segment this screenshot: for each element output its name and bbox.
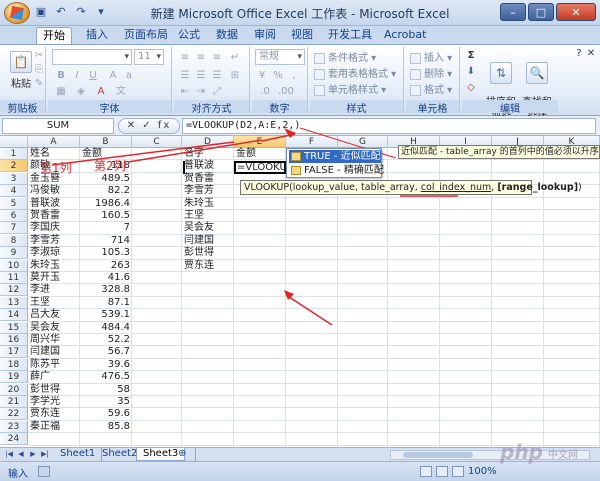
arrow-line-lower <box>285 294 333 326</box>
autocomplete-tooltip: 近似匹配 - table_array 的首列中的值必须以升序排序 <box>398 145 600 159</box>
last-sheet-icon[interactable]: ▶| <box>40 449 50 460</box>
watermark-logo: php <box>500 440 543 464</box>
scrollbar-thumb[interactable] <box>403 452 473 458</box>
autocomplete-item-false[interactable]: FALSE - 精确匹配 <box>289 164 384 177</box>
arg-range-lookup[interactable]: [range_lookup] <box>497 182 578 193</box>
macro-record-icon[interactable] <box>38 466 50 477</box>
next-sheet-icon[interactable]: ▶ <box>28 449 38 460</box>
first-sheet-icon[interactable]: |◀ <box>4 449 14 460</box>
annotation-first-column: 第1列 <box>40 161 72 175</box>
argument-icon <box>291 166 301 175</box>
zoom-level[interactable]: 100% <box>468 466 497 477</box>
page-layout-view-icon[interactable] <box>436 466 448 477</box>
annotation-second-column: 第2列 <box>94 159 126 173</box>
watermark-text: 中文网 <box>548 450 578 461</box>
autocomplete-item-true[interactable]: TRUE - 近似匹配 <box>289 150 381 163</box>
prev-sheet-icon[interactable]: ◀ <box>16 449 26 460</box>
function-signature-tooltip: VLOOKUP(lookup_value, table_array, col_i… <box>240 180 582 195</box>
status-mode: 输入 <box>8 469 28 480</box>
arrow-line-first-column <box>51 141 235 166</box>
normal-view-icon[interactable] <box>420 466 432 477</box>
argument-icon <box>291 152 301 161</box>
insert-sheet-icon[interactable]: ⊕ <box>178 448 196 461</box>
page-break-view-icon[interactable] <box>452 466 464 477</box>
arg-col-index-num[interactable]: col_index_num <box>421 182 491 193</box>
annotation-arrows <box>51 127 458 326</box>
status-bar: 输入 100% <box>0 461 600 481</box>
arrow-line-second-column <box>127 139 263 163</box>
autocomplete-list[interactable]: TRUE - 近似匹配 FALSE - 精确匹配 <box>286 148 384 178</box>
